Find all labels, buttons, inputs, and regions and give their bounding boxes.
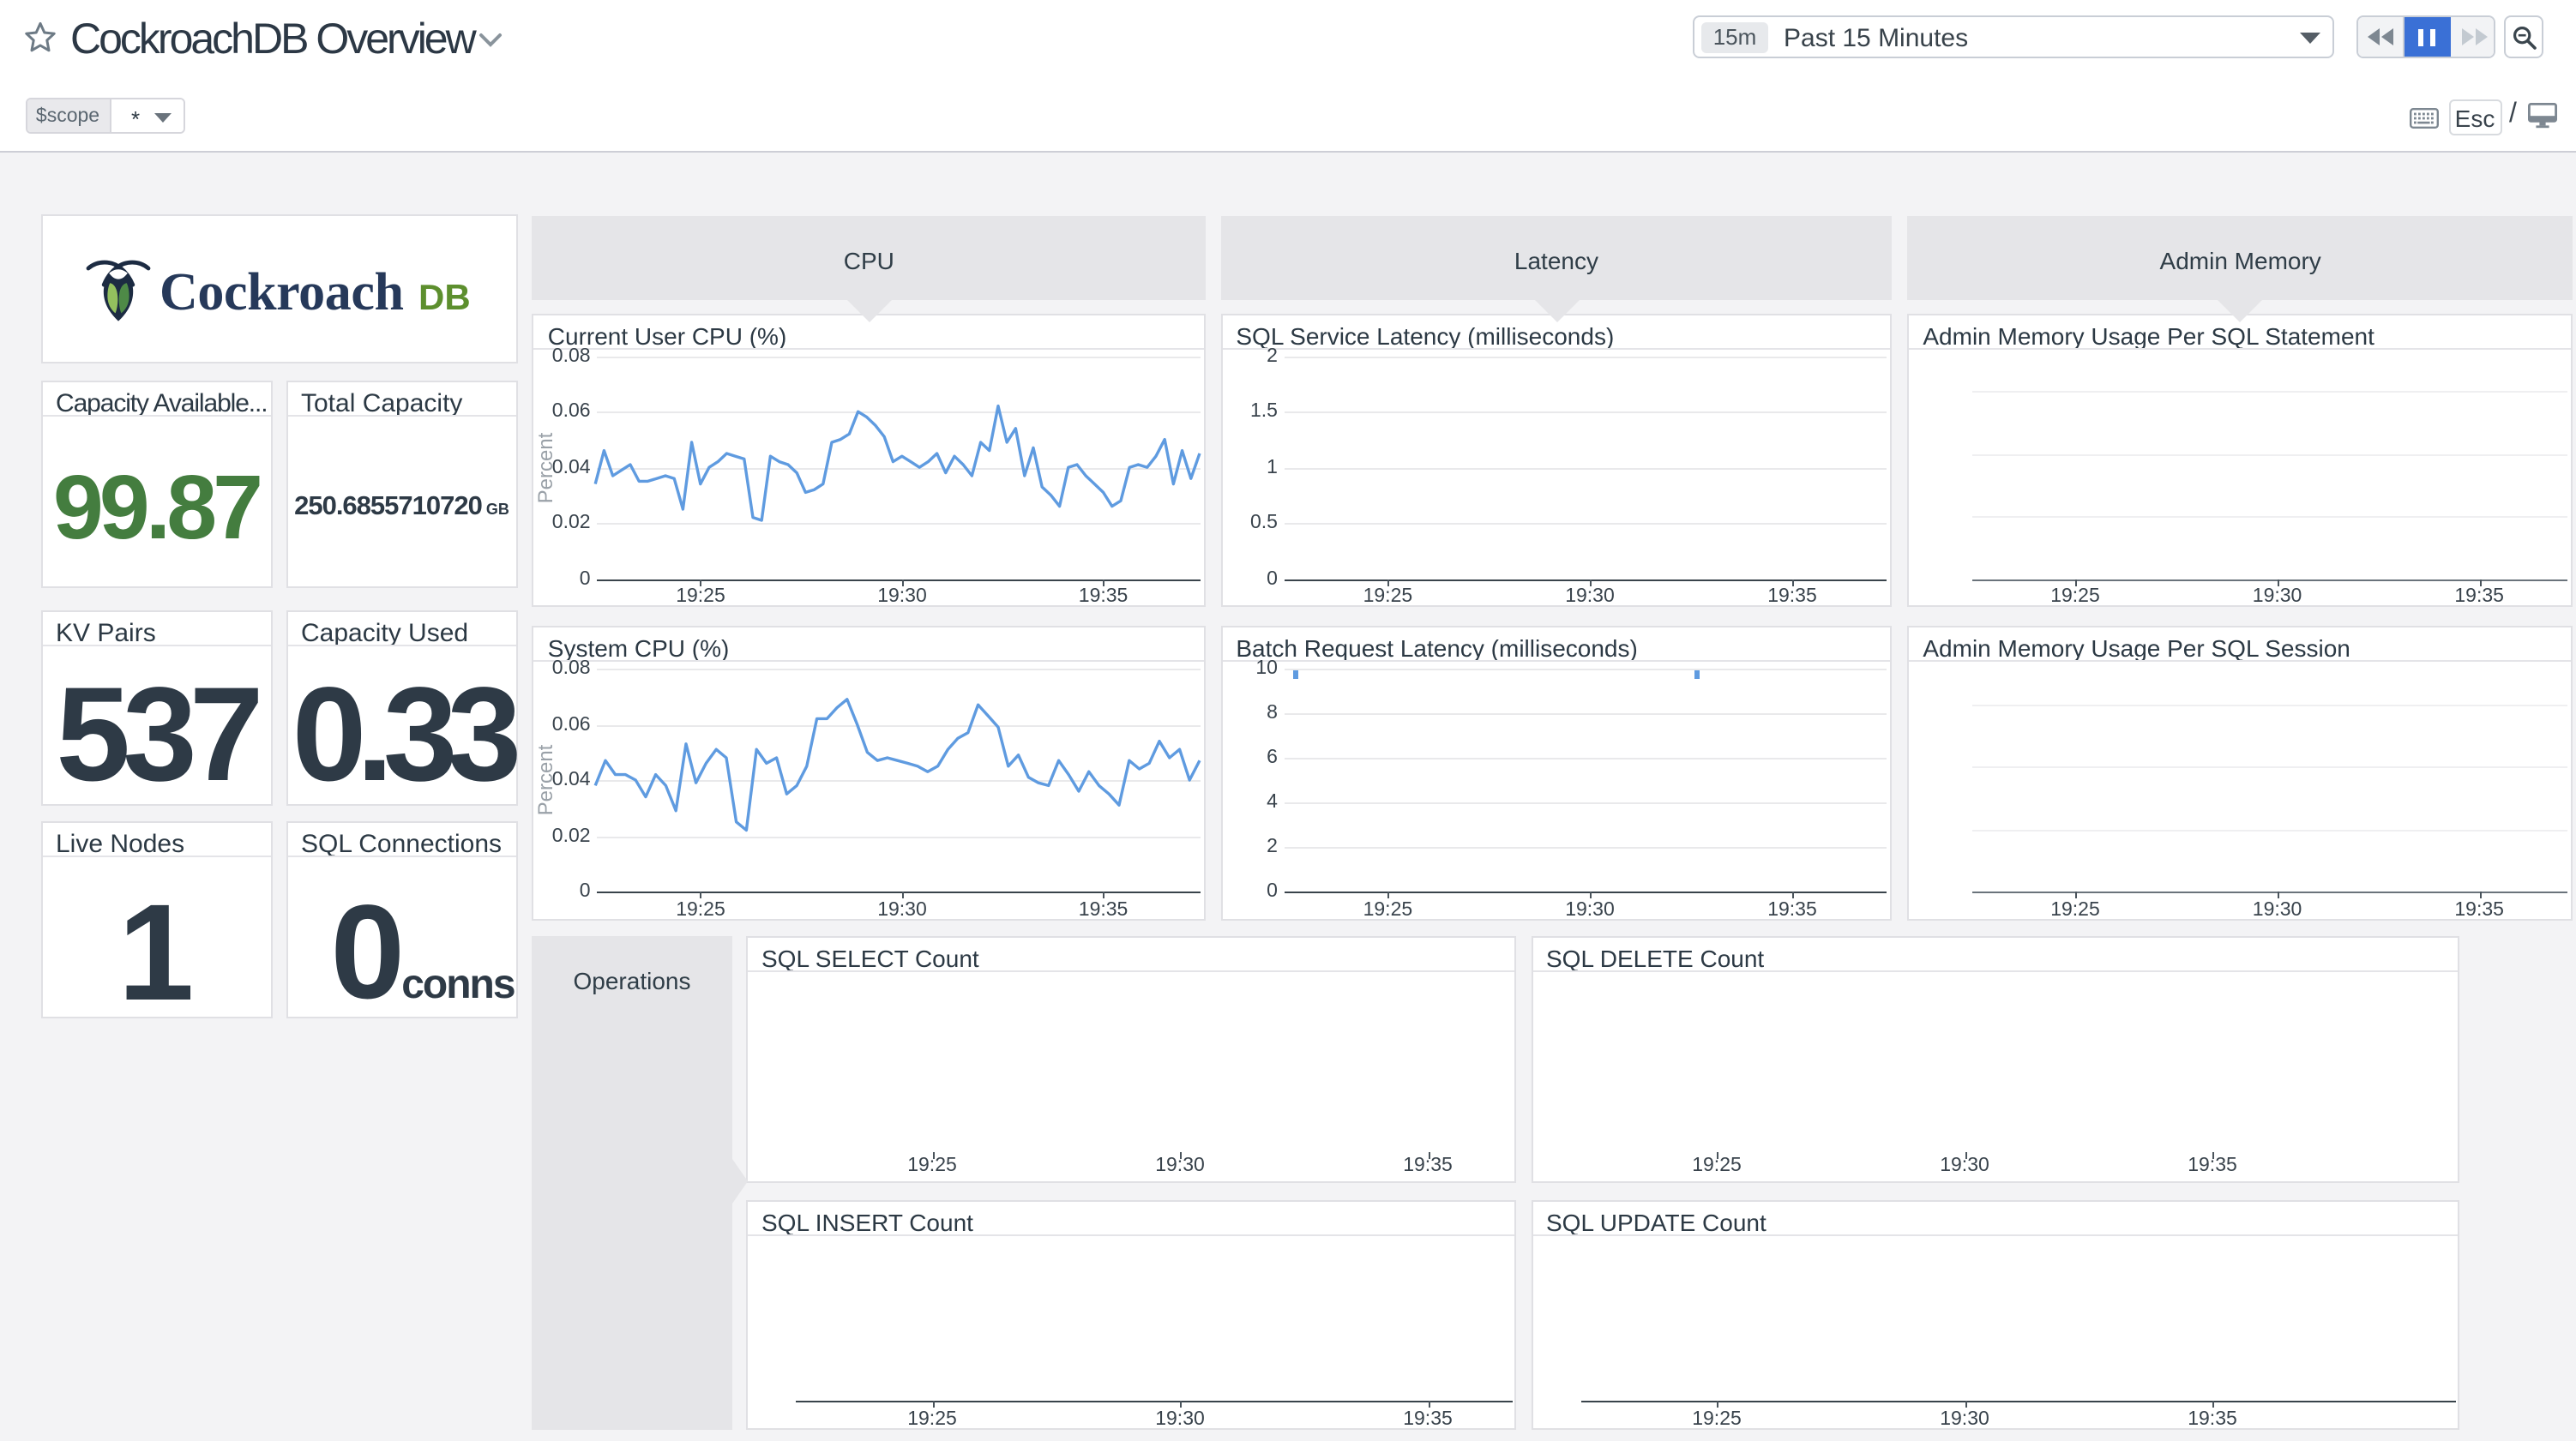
svg-text:Cockroach: Cockroach	[159, 263, 403, 321]
svg-text:DB: DB	[418, 277, 470, 317]
